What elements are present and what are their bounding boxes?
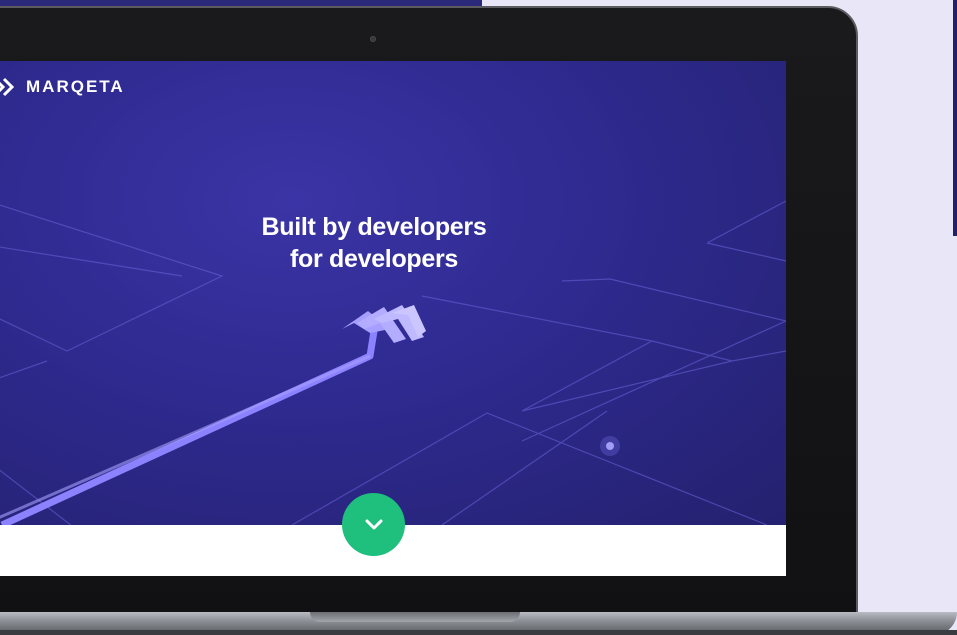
product-showcase: MARQETA Built by developers for develope… <box>0 0 957 635</box>
laptop-base-shadow <box>0 630 957 635</box>
glow-halo <box>600 436 620 456</box>
hero-section: MARQETA Built by developers for develope… <box>0 61 786 525</box>
laptop-screen: MARQETA Built by developers for develope… <box>0 61 786 576</box>
brand-logo[interactable]: MARQETA <box>0 76 125 98</box>
headline-line-2: for developers <box>289 245 459 273</box>
webcam-icon <box>370 36 376 42</box>
arrow-path-chevrons-icon <box>0 305 426 525</box>
marqeta-chevrons-icon <box>0 77 15 97</box>
laptop-hinge-notch <box>310 612 520 622</box>
hero-headline: Built by developers for developers <box>174 211 574 275</box>
brand-name: MARQETA <box>26 77 125 96</box>
hero-illustration <box>0 200 786 525</box>
headline-line-1: Built by developers <box>261 213 487 241</box>
scroll-down-button[interactable] <box>342 493 405 556</box>
background-panel <box>953 0 957 236</box>
chevron-down-icon <box>365 519 382 529</box>
laptop-frame: MARQETA Built by developers for develope… <box>0 6 858 618</box>
